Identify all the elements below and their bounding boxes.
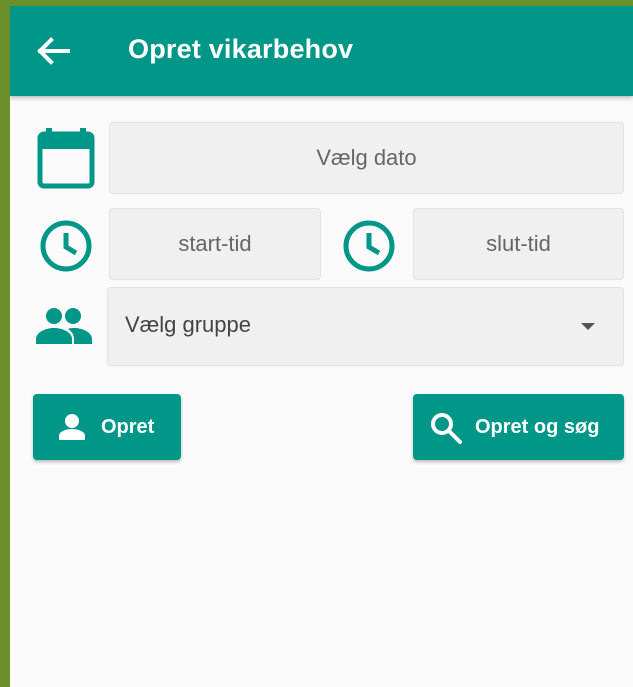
create-and-search-button[interactable]: Opret og søg	[413, 394, 624, 460]
group-select-label: Vælg gruppe	[125, 312, 251, 337]
group-select[interactable]: Vælg gruppe	[107, 287, 624, 366]
date-field[interactable]: Vælg dato	[109, 122, 624, 194]
end-time-placeholder: slut-tid	[486, 231, 551, 256]
app-bar: Opret vikarbehov	[10, 6, 633, 96]
create-button[interactable]: Opret	[33, 394, 181, 460]
page-title: Opret vikarbehov	[128, 34, 354, 64]
end-clock-icon	[343, 220, 395, 272]
app-screen: Opret vikarbehov Vælg dato start-tid slu…	[10, 6, 633, 687]
end-time-field[interactable]: slut-tid	[413, 208, 624, 280]
search-icon	[431, 413, 462, 444]
person-icon	[59, 414, 85, 440]
dropdown-arrow-icon	[581, 323, 595, 330]
create-and-search-label: Opret og søg	[475, 416, 600, 438]
people-icon	[36, 308, 92, 344]
date-placeholder: Vælg dato	[316, 145, 417, 170]
create-button-label: Opret	[101, 416, 155, 438]
start-clock-icon	[40, 220, 92, 272]
back-button[interactable]	[32, 31, 76, 71]
start-time-placeholder: start-tid	[178, 231, 252, 256]
arrow-left-icon	[37, 37, 70, 65]
calendar-icon	[37, 128, 95, 189]
start-time-field[interactable]: start-tid	[109, 208, 321, 280]
